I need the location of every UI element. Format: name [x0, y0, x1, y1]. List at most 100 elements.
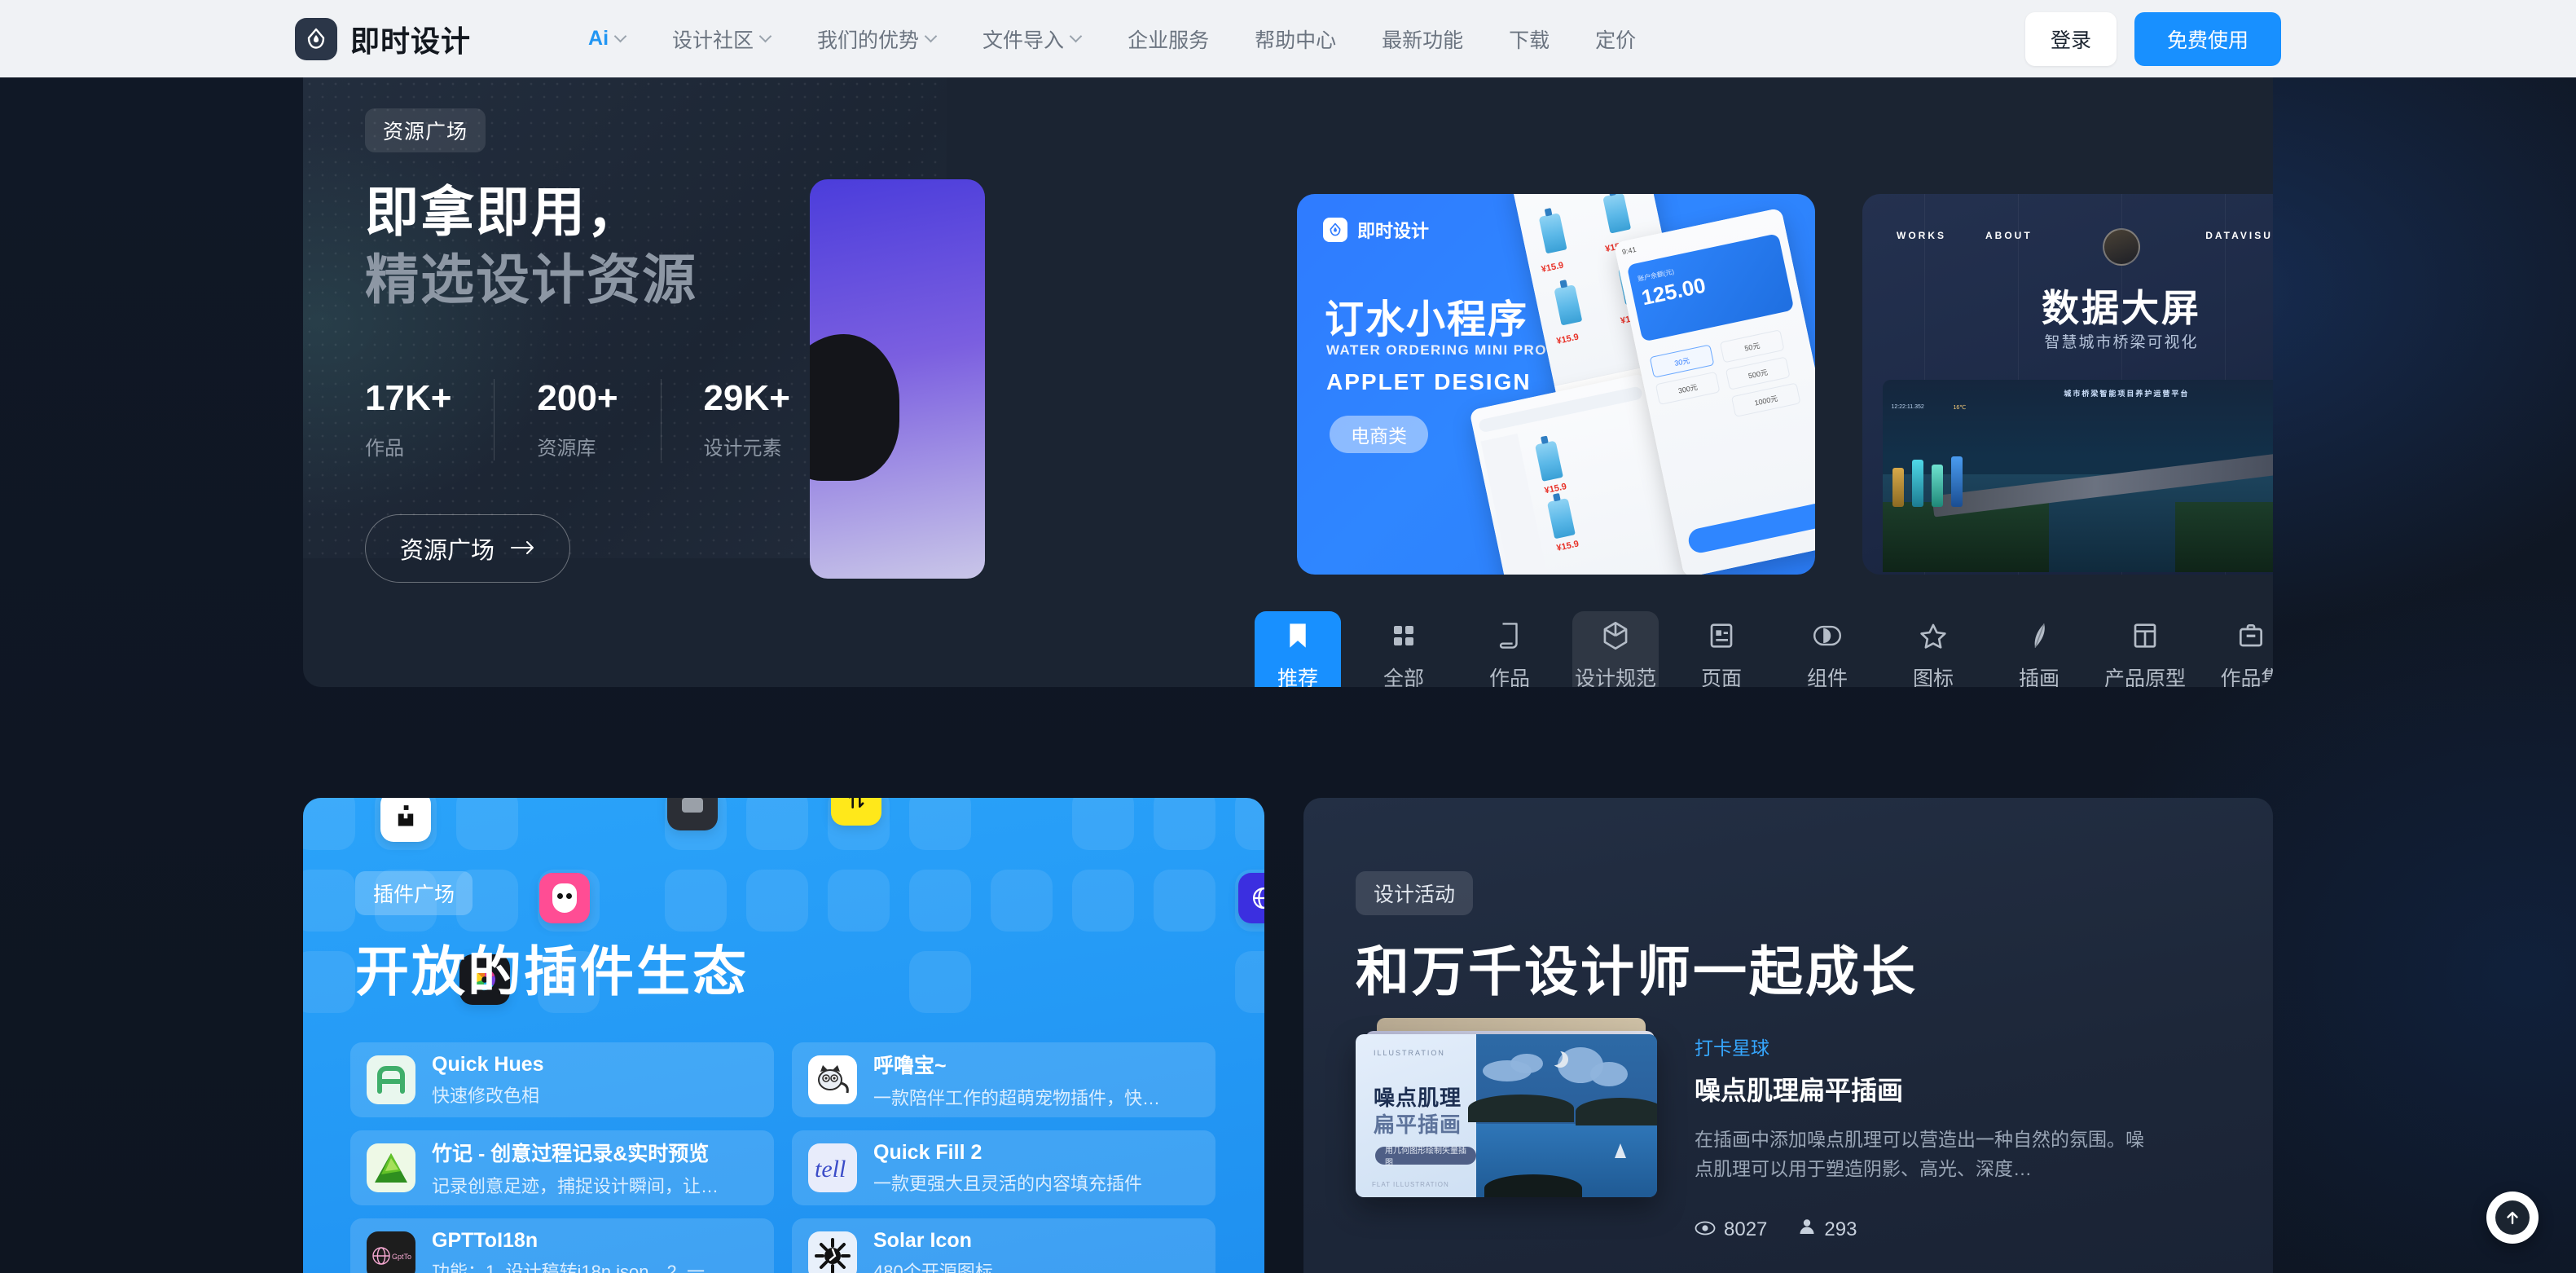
nav-item-advantages[interactable]: 我们的优势	[794, 24, 960, 54]
plugin-desc: 480个开源图标	[873, 1261, 993, 1273]
nav-item-file-import[interactable]: 文件导入	[960, 24, 1105, 54]
article-kicker[interactable]: 打卡星球	[1695, 1033, 2151, 1060]
tab-prototype[interactable]: 产品原型	[2102, 611, 2188, 687]
carousel-card-data-screen[interactable]: WORKS ABOUT DATAVISUALIZATION 数据大屏 智慧城市桥…	[1862, 194, 2273, 575]
card-nav-dataviz: DATAVISUALIZATION	[2205, 230, 2273, 241]
plugin-name: GPTToI18n	[432, 1228, 538, 1252]
nav-item-ai[interactable]: Ai	[565, 27, 649, 51]
plugin-item-quick-fill[interactable]: tell Quick Fill 2 一款更强大且灵活的内容填充插件	[792, 1130, 1215, 1205]
thumbnail-title: 噪点肌理 扁平插画	[1374, 1085, 1462, 1138]
main-nav: Ai 设计社区 我们的优势 文件导入 企业服务 帮助中心 最新功能 下载 定价	[565, 24, 1659, 54]
flame-drop-logo-icon	[1323, 218, 1347, 242]
nav-item-download[interactable]: 下载	[1486, 24, 1572, 54]
chevron-down-icon	[1071, 32, 1082, 42]
artwork-icon	[1492, 619, 1527, 653]
card-nav-about: ABOUT	[1985, 230, 2033, 241]
tab-all[interactable]: 全部	[1361, 611, 1447, 687]
login-button[interactable]: 登录	[2025, 11, 2117, 66]
article-title[interactable]: 噪点肌理扁平插画	[1695, 1070, 2151, 1108]
top-header: 即时设计 Ai 设计社区 我们的优势 文件导入 企业服务 帮助中心 最新功能 下…	[0, 0, 2576, 77]
nav-item-enterprise[interactable]: 企业服务	[1105, 24, 1232, 54]
tab-page[interactable]: 页面	[1678, 611, 1765, 687]
plugin-item-zhuji[interactable]: 竹记 - 创意过程记录&实时预览 记录创意足迹，捕捉设计瞬间，让…	[350, 1130, 774, 1205]
views-count: 8027	[1724, 1218, 1768, 1240]
quick-hues-icon	[367, 1055, 415, 1104]
tab-icon[interactable]: 图标	[1890, 611, 1976, 687]
bottom-sections: 插件广场 开放的插件生态 Quick Hues 快速修改色相 竹记 - 创意过程…	[303, 798, 2273, 1273]
category-tabs: 推荐 全部 作品 设计规范 页面 组件 图标 插画 产品原型 作品集	[1255, 611, 2273, 687]
views-stat: 8027	[1695, 1218, 1767, 1241]
app-icon-sort	[831, 798, 881, 826]
hulubao-cat-icon	[808, 1055, 857, 1104]
tab-illustration[interactable]: 插画	[1996, 611, 2082, 687]
briefcase-icon	[2234, 619, 2268, 653]
nav-item-help-center[interactable]: 帮助中心	[1232, 24, 1359, 54]
brand[interactable]: 即时设计	[295, 17, 472, 60]
plugin-item-hulubao[interactable]: 呼噜宝~ 一款陪伴工作的超萌宠物插件，快…	[792, 1042, 1215, 1117]
tab-label: 推荐	[1277, 667, 1318, 687]
thumbnail-eyebrow: ILLUSTRATION	[1374, 1049, 1445, 1057]
tab-recommend[interactable]: 推荐	[1255, 611, 1341, 687]
dashboard-title: 城市桥梁智能项目养护运营平台	[2064, 390, 2190, 398]
tab-label: 图标	[1912, 667, 1954, 687]
plugin-market-tag: 插件广场	[355, 871, 473, 915]
nav-label: 定价	[1595, 29, 1637, 52]
design-activity-card[interactable]: 设计活动 和万千设计师一起成长 ILLUSTRATION 噪点肌理 扁平插画 用…	[1303, 798, 2273, 1273]
nav-label: 我们的优势	[817, 29, 920, 52]
plugin-name: 竹记 - 创意过程记录&实时预览	[432, 1143, 710, 1165]
person-icon	[1798, 1218, 1816, 1241]
plugin-market-card[interactable]: 插件广场 开放的插件生态 Quick Hues 快速修改色相 竹记 - 创意过程…	[303, 798, 1264, 1273]
resources-panel: 资源广场 即拿即用， 精选设计资源 17K+ 作品 200+ 资源库 29K+ …	[303, 77, 2273, 687]
people-stat: 293	[1798, 1218, 1857, 1241]
stat-works: 17K+ 作品	[365, 378, 495, 460]
star-icon	[1916, 619, 1950, 653]
resources-plaza-button[interactable]: 资源广场	[365, 513, 570, 583]
card-subtitle: 智慧城市桥梁可视化	[2044, 334, 2199, 351]
stat-label: 资源库	[537, 437, 596, 460]
nav-item-pricing[interactable]: 定价	[1572, 24, 1659, 54]
plugin-column-right: 呼噜宝~ 一款陪伴工作的超萌宠物插件，快… tell Quick Fill 2 …	[792, 1042, 1215, 1273]
tab-label: 产品原型	[2103, 667, 2186, 687]
app-icon-dark	[667, 798, 718, 830]
card-nav-works: WORKS	[1897, 230, 1946, 241]
app-icon-figma-import	[380, 798, 431, 842]
thumbnail-cover: ILLUSTRATION 噪点肌理 扁平插画 用几何图形绘制矢量插图 FLAT …	[1356, 1034, 1476, 1197]
page-body: 资源广场 即拿即用， 精选设计资源 17K+ 作品 200+ 资源库 29K+ …	[0, 77, 2576, 1273]
tab-design-spec[interactable]: 设计规范	[1572, 611, 1659, 687]
plugin-desc: 记录创意足迹，捕捉设计瞬间，让…	[432, 1176, 719, 1196]
tab-component[interactable]: 组件	[1784, 611, 1870, 687]
plugin-name: Quick Fill 2	[873, 1140, 982, 1164]
nav-label: 企业服务	[1128, 29, 1210, 52]
brand-name: 即时设计	[350, 24, 472, 58]
nav-label: 设计社区	[672, 29, 754, 52]
tab-portfolio[interactable]: 作品集	[2208, 611, 2273, 687]
free-trial-button[interactable]: 免费使用	[2134, 11, 2281, 66]
chevron-down-icon	[616, 32, 626, 42]
tab-label: 作品	[1488, 667, 1530, 687]
plugin-desc: 一款陪伴工作的超萌宠物插件，快…	[873, 1088, 1161, 1108]
nav-item-whats-new[interactable]: 最新功能	[1359, 24, 1486, 54]
hero-cta-label: 资源广场	[399, 537, 495, 564]
plugin-item-quick-hues[interactable]: Quick Hues 快速修改色相	[350, 1042, 774, 1117]
tab-artwork[interactable]: 作品	[1466, 611, 1553, 687]
plugin-item-gpt-i18n[interactable]: GptToI18n GPTToI18n 功能：1. 设计稿转i18n json。…	[350, 1218, 774, 1273]
plugin-desc: 一款更强大且灵活的内容填充插件	[873, 1173, 1143, 1194]
arrow-right-icon	[511, 535, 535, 562]
nav-label: Ai	[588, 27, 609, 50]
stat-value: 29K+	[703, 378, 790, 419]
carousel-card-water-app[interactable]: 即时设计 订水小程序 WATER ORDERING MINI PROGRAM A…	[1297, 194, 1815, 575]
carousel-card-peek[interactable]	[810, 179, 985, 579]
scroll-to-top-button[interactable]	[2486, 1192, 2539, 1244]
article-meta: 8027 293	[1695, 1218, 2151, 1241]
thumbnail-chip: 用几何图形绘制矢量插图	[1375, 1147, 1476, 1168]
plugin-item-solar-icon[interactable]: Solar Icon 480个开源图标	[792, 1218, 1215, 1273]
nav-item-community[interactable]: 设计社区	[649, 24, 794, 54]
app-icon-mask	[539, 873, 590, 923]
layout-icon	[2128, 619, 2162, 653]
thumbnail-footer: FLAT ILLUSTRATION	[1372, 1180, 1449, 1188]
stat-libraries: 200+ 资源库	[537, 378, 662, 460]
app-icon-globe	[1238, 873, 1264, 923]
card-brand-name: 即时设计	[1357, 221, 1430, 241]
article-thumbnail[interactable]: ILLUSTRATION 噪点肌理 扁平插画 用几何图形绘制矢量插图 FLAT …	[1356, 1034, 1657, 1197]
plugin-market-title: 开放的插件生态	[355, 941, 749, 1002]
